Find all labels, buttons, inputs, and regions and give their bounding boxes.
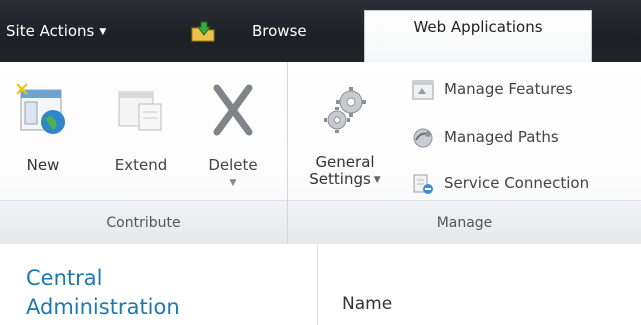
- general-settings-button[interactable]: General Settings ▼: [298, 74, 392, 198]
- managed-paths-label: Managed Paths: [444, 128, 559, 146]
- extend-button-label: Extend: [114, 156, 168, 174]
- ribbon: New Extend Delete ▼ Contribute General S…: [0, 62, 641, 244]
- column-header-name[interactable]: Name: [342, 294, 392, 314]
- tab-web-applications-label: Web Applications: [413, 18, 543, 36]
- tab-web-applications[interactable]: Web Applications: [364, 10, 592, 62]
- managed-paths-button[interactable]: Managed Paths: [410, 124, 641, 160]
- extend-icon: [113, 82, 169, 138]
- central-administration-link[interactable]: Central Administration: [26, 264, 180, 322]
- navigate-up-icon[interactable]: [190, 20, 216, 42]
- ribbon-group-manage: General Settings ▼ Manage Features Manage…: [288, 62, 641, 244]
- delete-button[interactable]: Delete ▼: [196, 74, 270, 198]
- chevron-down-icon: ▼: [229, 178, 237, 188]
- top-bar: Site Actions ▼ Browse Web Applications: [0, 0, 641, 62]
- central-administration-link-line1: Central: [26, 266, 103, 290]
- tab-browse[interactable]: Browse: [252, 19, 307, 49]
- paths-icon: [410, 126, 436, 150]
- manage-features-button[interactable]: Manage Features: [410, 76, 641, 112]
- left-navigation: Central Administration: [0, 244, 318, 325]
- chevron-down-icon: ▼: [99, 27, 107, 37]
- chevron-down-icon: ▼: [373, 175, 381, 185]
- extend-button[interactable]: Extend: [104, 74, 178, 198]
- site-actions-label: Site Actions: [6, 22, 95, 40]
- general-settings-label-line1: General: [315, 153, 375, 171]
- delete-x-icon: [205, 82, 261, 138]
- service-connection-icon: [410, 172, 436, 196]
- ribbon-group-contribute: New Extend Delete ▼ Contribute: [0, 62, 288, 244]
- new-web-app-icon: [15, 82, 71, 138]
- general-settings-label: Settings: [309, 170, 371, 188]
- site-actions-menu[interactable]: Site Actions ▼: [6, 19, 106, 43]
- gears-icon: [317, 84, 373, 140]
- page-content: Central Administration Name: [0, 244, 641, 325]
- group-label-manage: Manage: [288, 200, 641, 244]
- features-icon: [410, 78, 436, 102]
- central-administration-link-line2: Administration: [26, 295, 180, 319]
- new-button-label: New: [26, 156, 60, 174]
- delete-button-label: Delete: [208, 156, 258, 174]
- service-connections-label: Service Connection: [444, 174, 590, 192]
- group-label-contribute: Contribute: [0, 200, 287, 244]
- manage-features-label: Manage Features: [444, 80, 573, 98]
- general-settings-label-line2: Settings ▼: [298, 171, 392, 189]
- new-button[interactable]: New: [6, 74, 80, 198]
